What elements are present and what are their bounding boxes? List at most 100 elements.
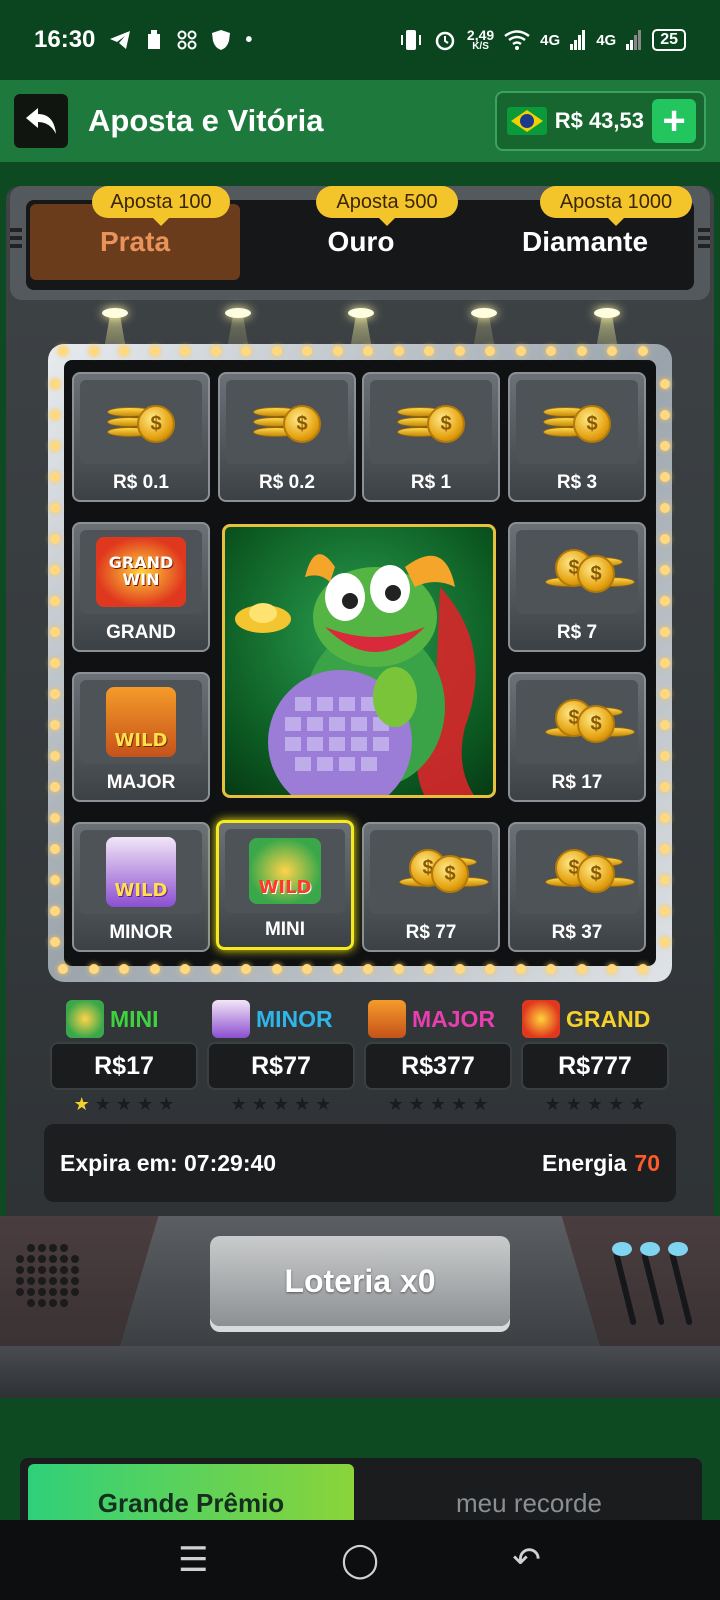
marquee-bulb bbox=[660, 472, 670, 482]
jackpot-name: MINOR bbox=[256, 1005, 333, 1032]
marquee-bulb bbox=[515, 964, 526, 974]
coin-icon: $ bbox=[431, 855, 469, 893]
wild-text: WILD bbox=[114, 730, 168, 751]
grand-win-image: GRAND WIN bbox=[80, 530, 202, 614]
prize-tile: $ R$ 3 bbox=[508, 372, 646, 502]
marquee-bulb bbox=[576, 964, 587, 974]
coins-image: $ bbox=[516, 380, 638, 464]
jackpot-minor-value: R$77 bbox=[207, 1042, 355, 1090]
coins-image: $ $ bbox=[516, 830, 638, 914]
marquee-bulb bbox=[50, 751, 60, 761]
marquee-bulb bbox=[241, 346, 251, 356]
page-title: Aposta e Vitória bbox=[88, 103, 324, 138]
jackpot-mini-header: MINI bbox=[66, 1000, 159, 1038]
mini-dragon-icon bbox=[66, 1000, 104, 1038]
star-icon: ★ bbox=[629, 1094, 646, 1114]
marquee-bulb bbox=[660, 689, 670, 699]
timer-panel: Expira em: 07:29:40 Energia 70 bbox=[44, 1124, 676, 1202]
star-icon: ★ bbox=[544, 1094, 561, 1114]
prize-label: R$ 17 bbox=[551, 772, 603, 793]
speaker-hole bbox=[49, 1266, 57, 1274]
star-icon: ★ bbox=[251, 1094, 268, 1114]
marquee-bulb bbox=[485, 964, 495, 974]
marquee-bulb bbox=[50, 658, 60, 668]
spotlight bbox=[471, 308, 497, 318]
prize-tile: $ R$ 0.2 bbox=[218, 372, 356, 502]
prize-label: MINI bbox=[264, 919, 306, 940]
coins-image: $ bbox=[80, 380, 202, 464]
coins-image: $ $ bbox=[516, 680, 638, 764]
speaker-hole bbox=[60, 1266, 68, 1274]
marquee-bulb bbox=[454, 964, 465, 974]
marquee-bulb bbox=[332, 346, 343, 356]
marquee-bulb bbox=[50, 534, 60, 544]
brazil-flag-icon bbox=[506, 107, 547, 135]
coin-icon: $ bbox=[137, 405, 175, 443]
marquee-bulb bbox=[149, 964, 160, 974]
marquee-bulb bbox=[660, 720, 670, 730]
speaker-hole bbox=[27, 1266, 35, 1274]
speaker-hole bbox=[49, 1299, 57, 1307]
coin-icon: $ bbox=[573, 405, 611, 443]
star-icon: ★ bbox=[158, 1094, 175, 1114]
marquee-bulb bbox=[50, 813, 60, 823]
marquee-bulb bbox=[660, 596, 670, 606]
marquee-bulb bbox=[660, 813, 670, 823]
star-icon: ★ bbox=[294, 1094, 311, 1114]
battery-indicator: 25 bbox=[652, 29, 686, 51]
marquee-bulb bbox=[50, 627, 60, 637]
back-button[interactable] bbox=[14, 94, 68, 148]
shield-icon bbox=[212, 30, 231, 50]
back-icon[interactable]: ↶ bbox=[497, 1530, 557, 1590]
marquee-bulb bbox=[363, 346, 373, 356]
spotlight bbox=[102, 308, 128, 318]
balance-box[interactable]: R$ 43,53 + bbox=[494, 91, 706, 151]
prize-tile: $ $ R$ 7 bbox=[508, 522, 646, 652]
balance-value: R$ 43,53 bbox=[554, 108, 644, 133]
marquee-bulb bbox=[363, 964, 373, 974]
marquee-bulb bbox=[546, 346, 556, 356]
speaker-hole bbox=[16, 1288, 24, 1296]
wild-text: WILD bbox=[114, 880, 168, 901]
marquee-bulb bbox=[119, 964, 129, 974]
marquee-bulb bbox=[607, 346, 617, 356]
home-icon[interactable]: ◯ bbox=[330, 1530, 390, 1590]
app-grid-icon bbox=[177, 30, 197, 50]
star-icon: ★ bbox=[451, 1094, 468, 1114]
menu-icon[interactable]: ☰ bbox=[163, 1530, 223, 1590]
speaker-hole bbox=[27, 1277, 35, 1285]
marquee-bulb bbox=[50, 844, 60, 854]
spotlight bbox=[225, 308, 251, 318]
jackpot-grand-value: R$777 bbox=[521, 1042, 669, 1090]
telegram-icon bbox=[110, 31, 131, 49]
marquee-bulb bbox=[576, 346, 587, 356]
notification-icon bbox=[148, 30, 161, 49]
star-icon: ★ bbox=[137, 1094, 154, 1114]
prize-label: GRAND bbox=[106, 622, 176, 643]
prize-tile: $ $ R$ 37 bbox=[508, 822, 646, 952]
add-funds-button[interactable]: + bbox=[652, 99, 696, 143]
star-icon: ★ bbox=[315, 1094, 332, 1114]
tier-badge-prata: Aposta 100 bbox=[92, 186, 230, 226]
coins-image: $ $ bbox=[516, 530, 638, 614]
network-2-label: 4G bbox=[596, 31, 617, 49]
major-tiger-icon bbox=[368, 1000, 406, 1038]
network-1-label: 4G bbox=[540, 31, 561, 49]
speaker-hole bbox=[60, 1255, 68, 1263]
speaker-hole bbox=[60, 1299, 68, 1307]
marquee-bulb bbox=[393, 346, 404, 356]
prize-label: R$ 1 bbox=[410, 472, 452, 493]
marquee-bulb bbox=[50, 565, 60, 575]
marquee-bulb bbox=[637, 964, 648, 974]
prize-label: R$ 0.2 bbox=[259, 472, 315, 493]
signal-icon bbox=[570, 30, 586, 50]
speaker-hole bbox=[38, 1266, 46, 1274]
signal-icon bbox=[626, 30, 642, 50]
marquee-bulb bbox=[210, 964, 221, 974]
marquee-bulb bbox=[50, 503, 60, 513]
console-base bbox=[0, 1346, 720, 1398]
lottery-button[interactable]: Loteria x0 bbox=[210, 1236, 510, 1326]
coin-icon: $ bbox=[577, 855, 615, 893]
prize-label: R$ 77 bbox=[405, 922, 457, 943]
speaker-hole bbox=[38, 1277, 46, 1285]
